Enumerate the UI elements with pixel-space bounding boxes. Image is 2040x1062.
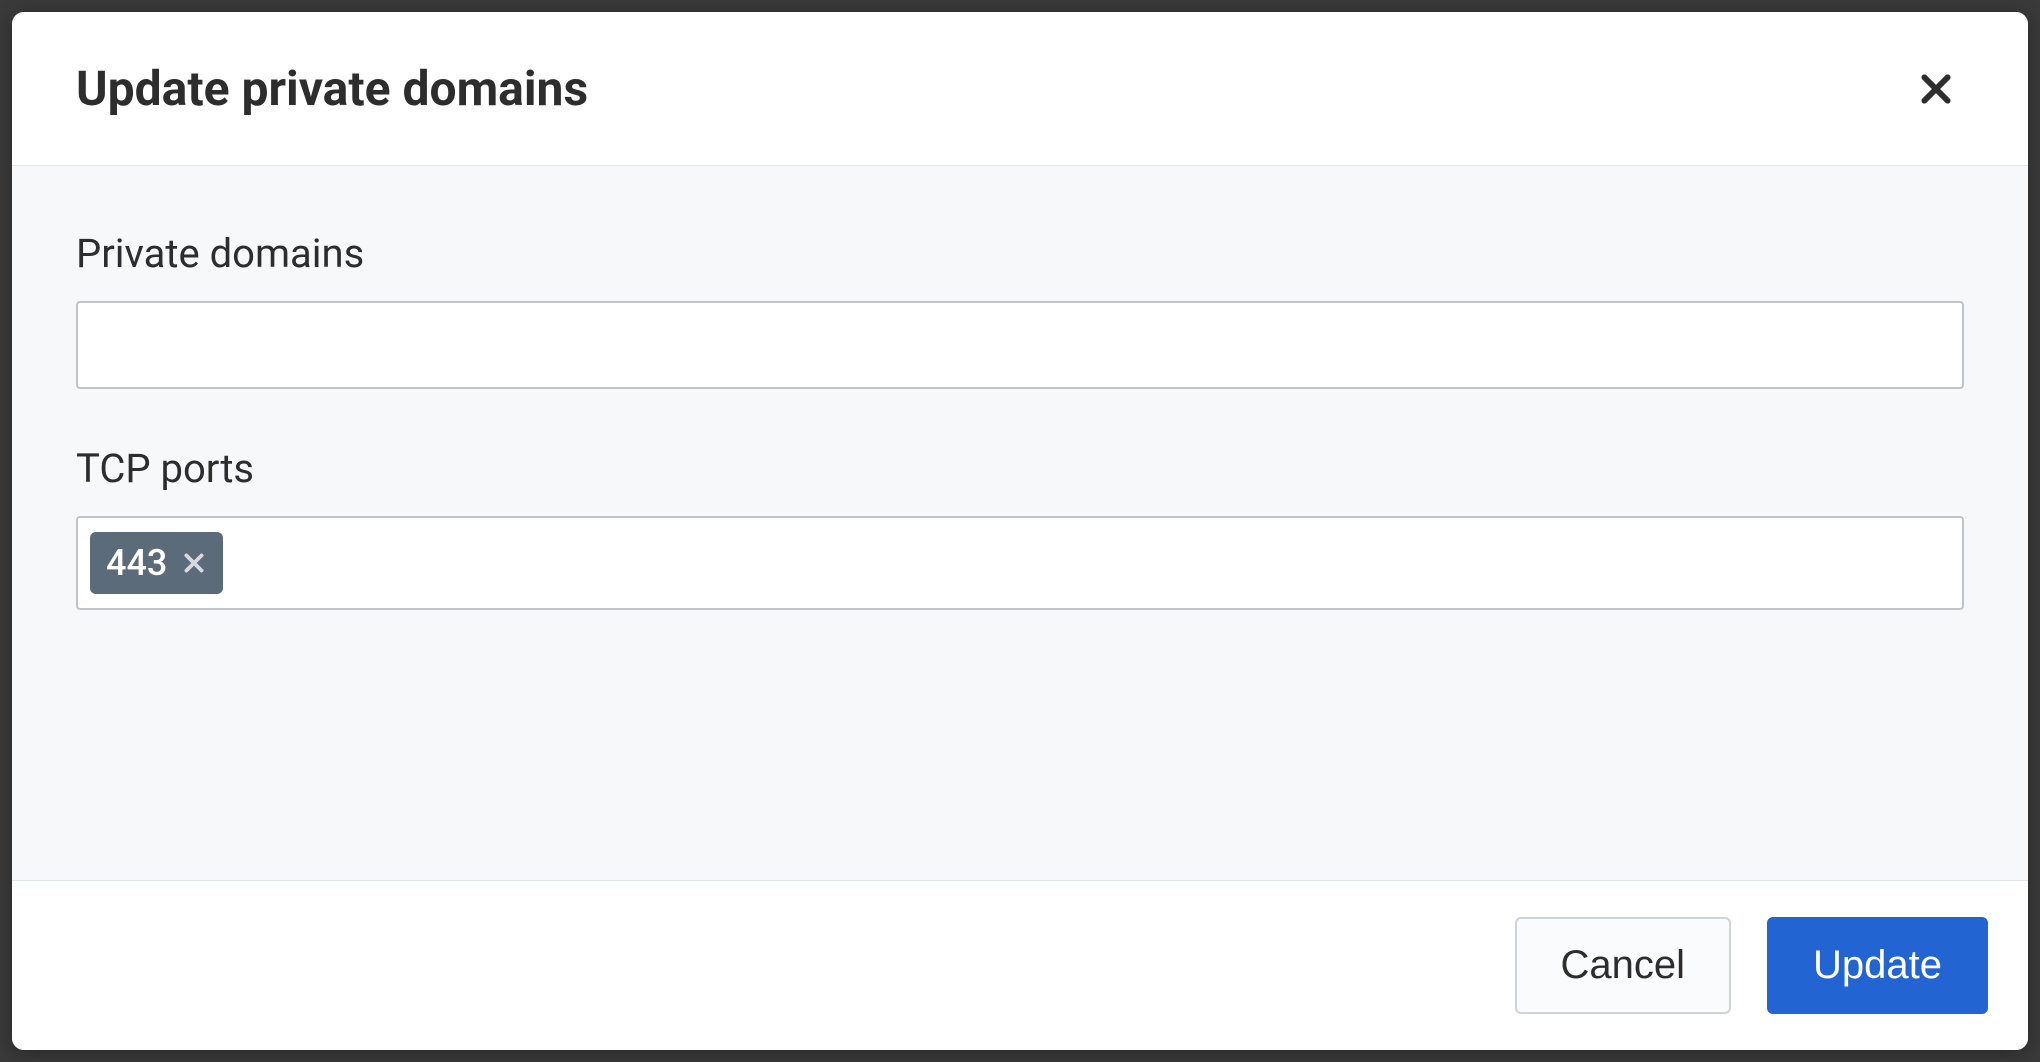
- update-private-domains-modal: Update private domains Private domains T…: [12, 12, 2028, 1050]
- modal-footer: Cancel Update: [12, 881, 2028, 1050]
- tcp-ports-label: TCP ports: [76, 445, 1964, 492]
- cancel-button[interactable]: Cancel: [1515, 917, 1732, 1014]
- private-domains-group: Private domains: [76, 230, 1964, 389]
- tcp-port-tag: 443: [90, 532, 223, 594]
- private-domains-input[interactable]: [76, 301, 1964, 389]
- close-icon: [1916, 69, 1956, 109]
- modal-title: Update private domains: [76, 60, 588, 117]
- private-domains-label: Private domains: [76, 230, 1964, 277]
- update-button[interactable]: Update: [1767, 917, 1988, 1014]
- tcp-port-tag-value: 443: [106, 542, 167, 584]
- modal-body: Private domains TCP ports 443: [12, 166, 2028, 881]
- modal-header: Update private domains: [12, 12, 2028, 166]
- remove-tag-button[interactable]: [181, 550, 207, 576]
- tcp-ports-group: TCP ports 443: [76, 445, 1964, 610]
- close-icon: [181, 550, 207, 576]
- close-button[interactable]: [1908, 61, 1964, 117]
- tcp-ports-input[interactable]: 443: [76, 516, 1964, 610]
